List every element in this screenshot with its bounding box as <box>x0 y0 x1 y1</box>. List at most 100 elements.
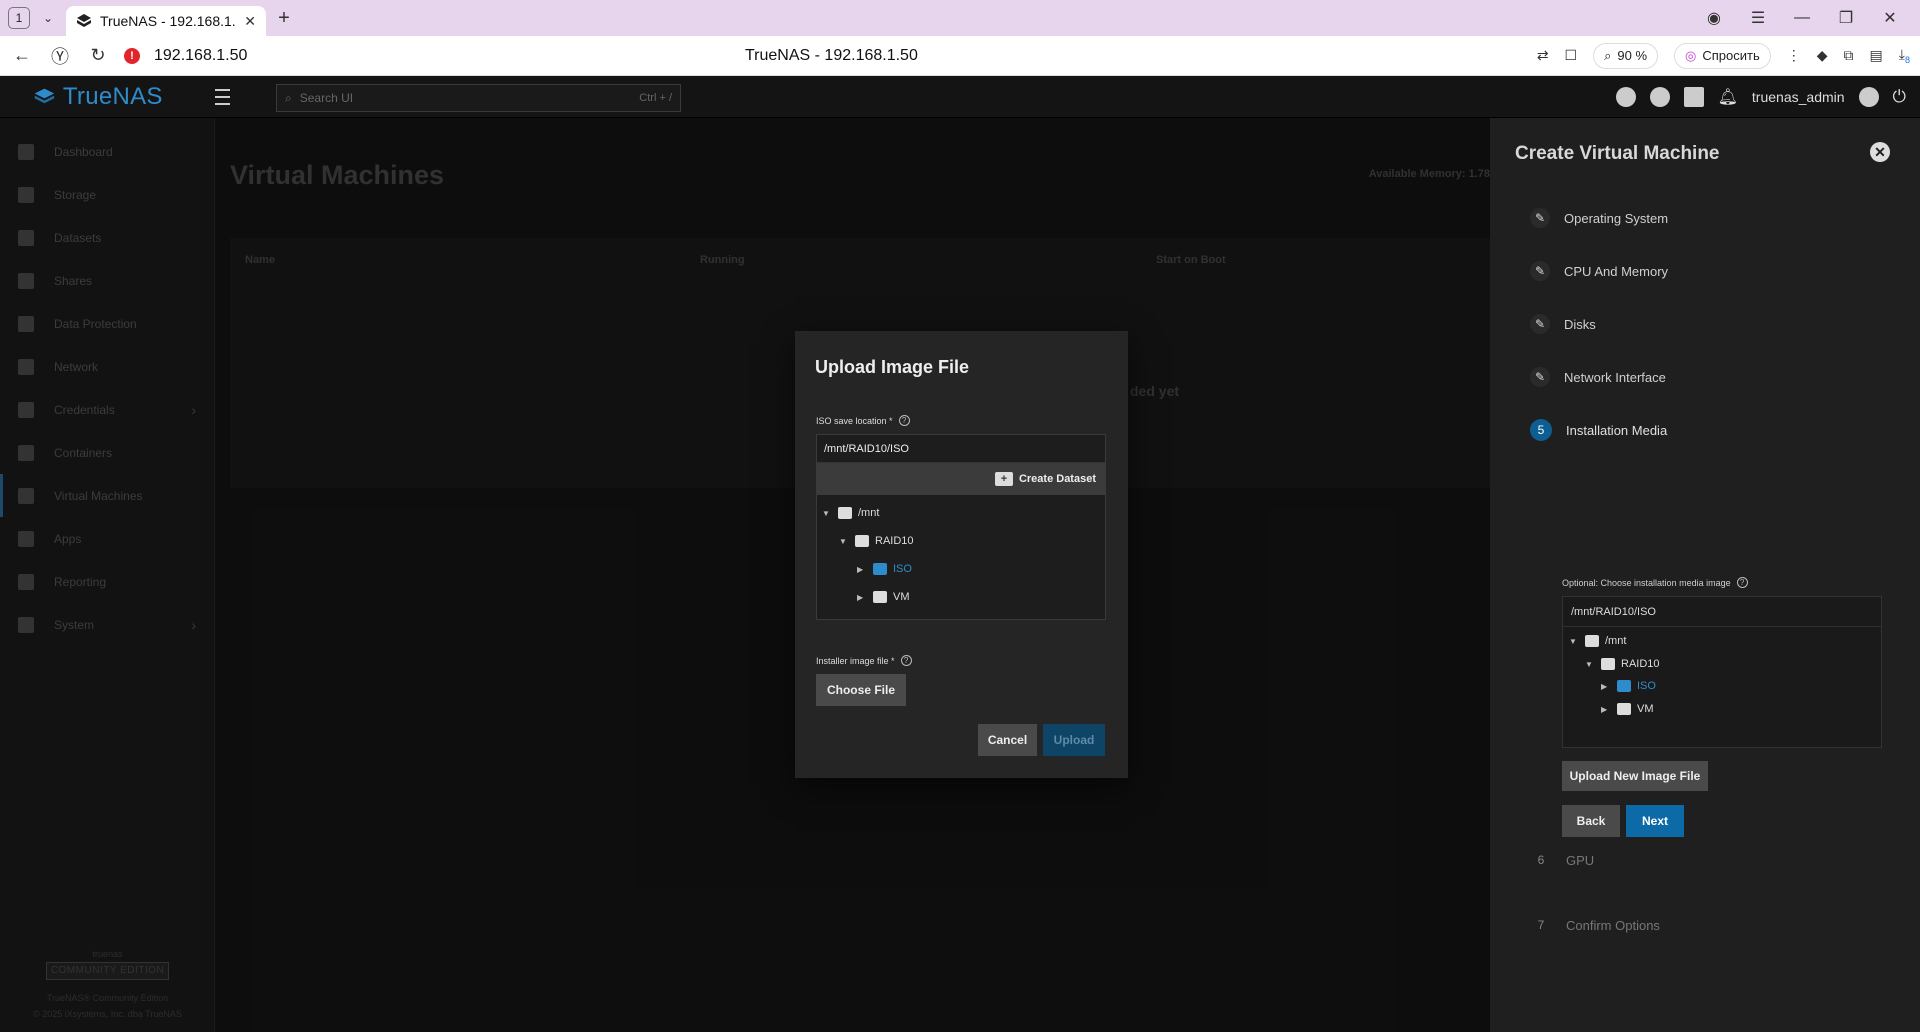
step-confirm-options[interactable]: 7 Confirm Options <box>1530 914 1660 936</box>
help-icon[interactable]: ? <box>900 655 912 666</box>
back-button[interactable]: Back <box>1562 805 1620 837</box>
iso-location-input[interactable]: /mnt/RAID10/ISO <box>817 435 1105 463</box>
tree-node-vm[interactable]: ▶ VM <box>857 591 910 603</box>
search-icon: ⌕ <box>285 90 292 105</box>
tree-node-raid10[interactable]: ▼ RAID10 <box>1585 658 1660 670</box>
translate-icon[interactable]: ⇄ <box>1537 47 1549 64</box>
expand-icon: ▼ <box>822 508 830 518</box>
sidebar-item-datasets[interactable]: Datasets <box>0 216 214 259</box>
tree-node-raid10[interactable]: ▼ RAID10 <box>839 535 914 547</box>
tree-node-mnt[interactable]: ▼ /mnt <box>1569 635 1626 647</box>
truenas-logo[interactable]: TrueNAS <box>0 83 230 111</box>
collapsed-icon: ▶ <box>857 592 864 602</box>
sidebar-item-data-protection[interactable]: Data Protection <box>0 302 214 345</box>
ask-button[interactable]: ◎ Спросить <box>1674 42 1771 69</box>
collections-icon[interactable]: ⧉ <box>1844 47 1854 64</box>
dataset-icon <box>1585 635 1599 647</box>
step-gpu[interactable]: 6 GPU <box>1530 849 1595 871</box>
create-vm-panel: Create Virtual Machine ✕ ✎ Operating Syst… <box>1490 118 1920 1032</box>
shield-icon <box>18 315 34 332</box>
chevron-right-icon: › <box>191 401 196 418</box>
new-tab-button[interactable]: + <box>272 6 296 30</box>
power-icon[interactable]: ⏻ <box>1893 87 1906 107</box>
close-window-icon[interactable]: ✕ <box>1868 8 1912 28</box>
menu-icon[interactable]: ☰ <box>1736 8 1780 28</box>
account-icon[interactable] <box>1858 87 1879 107</box>
jobs-icon[interactable] <box>1683 87 1704 107</box>
zoom-button[interactable]: ⌕ 90 % <box>1593 42 1659 69</box>
reload-icon[interactable]: ↻ <box>86 45 110 66</box>
key-icon <box>18 401 34 418</box>
sidebar-item-label: Credentials <box>54 402 115 417</box>
url-field[interactable]: 192.168.1.50 <box>154 47 247 65</box>
notifications-icon[interactable]: 🔔︎ <box>1718 87 1738 107</box>
tree-node-iso[interactable]: ▶ ISO <box>857 563 912 575</box>
footer-hostname: truenas <box>92 949 123 959</box>
sidebar-item-reporting[interactable]: Reporting <box>0 560 214 603</box>
close-panel-icon[interactable]: ✕ <box>1870 142 1890 162</box>
step-cpu-memory[interactable]: ✎ CPU And Memory <box>1530 261 1668 281</box>
step-operating-system[interactable]: ✎ Operating System <box>1530 208 1668 228</box>
app-topbar: TrueNAS ⌕ Search UI Ctrl + / 🔔︎ truenas_… <box>0 76 1920 118</box>
cancel-button[interactable]: Cancel <box>978 724 1037 756</box>
tree-node-label: VM <box>893 591 910 603</box>
sidebar-item-shares[interactable]: Shares <box>0 259 214 302</box>
collapsed-icon: ▶ <box>1601 681 1608 691</box>
iso-location-explorer: /mnt/RAID10/ISO + Create Dataset ▼ /mnt ▼… <box>816 434 1106 620</box>
media-path-input[interactable]: /mnt/RAID10/ISO <box>1563 597 1881 627</box>
edit-icon: ✎ <box>1530 208 1550 228</box>
search-input[interactable]: ⌕ Search UI Ctrl + / <box>276 84 681 112</box>
sidebar-item-containers[interactable]: Containers <box>0 431 214 474</box>
step-label: Network Interface <box>1564 369 1666 385</box>
profile-icon[interactable]: ◉ <box>1692 8 1736 28</box>
apps-icon <box>18 530 34 547</box>
step-network-interface[interactable]: ✎ Network Interface <box>1530 367 1666 387</box>
upload-new-image-button[interactable]: Upload New Image File <box>1562 761 1708 791</box>
help-icon[interactable]: ? <box>898 415 910 426</box>
sidebar-item-virtual-machines[interactable]: Virtual Machines <box>0 474 214 517</box>
sidebar-item-credentials[interactable]: Credentials › <box>0 388 214 431</box>
downloads-icon[interactable]: ⤓8 <box>1899 46 1910 65</box>
edit-icon: ✎ <box>1530 367 1550 387</box>
truecommand-icon[interactable] <box>1649 87 1670 107</box>
tree-node-vm[interactable]: ▶ VM <box>1601 703 1654 715</box>
feedback-icon[interactable] <box>1615 87 1636 107</box>
sidebar-item-system[interactable]: System › <box>0 603 214 646</box>
tree-node-iso[interactable]: ▶ ISO <box>1601 680 1656 692</box>
address-bar: ← Ⓨ ↻ ! 192.168.1.50 TrueNAS - 192.168.1… <box>0 36 1920 76</box>
insecure-warning-icon[interactable]: ! <box>124 47 140 64</box>
tree-node-mnt[interactable]: ▼ /mnt <box>822 507 879 519</box>
step-disks[interactable]: ✎ Disks <box>1530 314 1596 334</box>
help-icon[interactable]: ? <box>1736 577 1748 588</box>
tab-close-icon[interactable]: ✕ <box>244 13 256 30</box>
sidebar-item-dashboard[interactable]: Dashboard <box>0 130 214 173</box>
bookmark-icon[interactable]: ☐ <box>1565 47 1578 64</box>
dataset-icon <box>873 563 887 575</box>
sidebar-item-label: System <box>54 617 95 632</box>
step-installation-media[interactable]: 5 Installation Media <box>1530 419 1667 441</box>
sidebar-item-storage[interactable]: Storage <box>0 173 214 216</box>
window-controls: ◉ ☰ — ❐ ✕ <box>1692 0 1912 36</box>
extension-icon[interactable]: ◆ <box>1817 47 1828 64</box>
folder-icon[interactable]: ▤ <box>1870 47 1883 64</box>
browser-tab[interactable]: TrueNAS - 192.168.1.50 ✕ <box>66 6 266 36</box>
hamburger-menu-icon[interactable] <box>214 88 230 105</box>
more-icon[interactable]: ⋮ <box>1787 47 1801 64</box>
create-dataset-button[interactable]: + Create Dataset <box>817 463 1105 495</box>
tab-counter[interactable]: 1 <box>8 7 30 29</box>
logo-text: TrueNAS <box>62 82 163 110</box>
username[interactable]: truenas_admin <box>1752 89 1845 105</box>
next-button[interactable]: Next <box>1626 805 1684 837</box>
tree-node-label: RAID10 <box>1621 658 1660 670</box>
upload-button[interactable]: Upload <box>1043 724 1105 756</box>
truenas-favicon-icon <box>77 14 91 27</box>
choose-file-button[interactable]: Choose File <box>816 674 906 706</box>
minimize-icon[interactable]: — <box>1780 9 1824 27</box>
sidebar-item-apps[interactable]: Apps <box>0 517 214 560</box>
yandex-icon[interactable]: Ⓨ <box>48 43 72 69</box>
sidebar-item-network[interactable]: Network <box>0 345 214 388</box>
back-icon[interactable]: ← <box>10 45 34 66</box>
panel-title: Create Virtual Machine <box>1515 143 1720 164</box>
restore-icon[interactable]: ❐ <box>1824 8 1868 28</box>
tab-list-chevron-icon[interactable]: ⌄ <box>36 6 60 30</box>
